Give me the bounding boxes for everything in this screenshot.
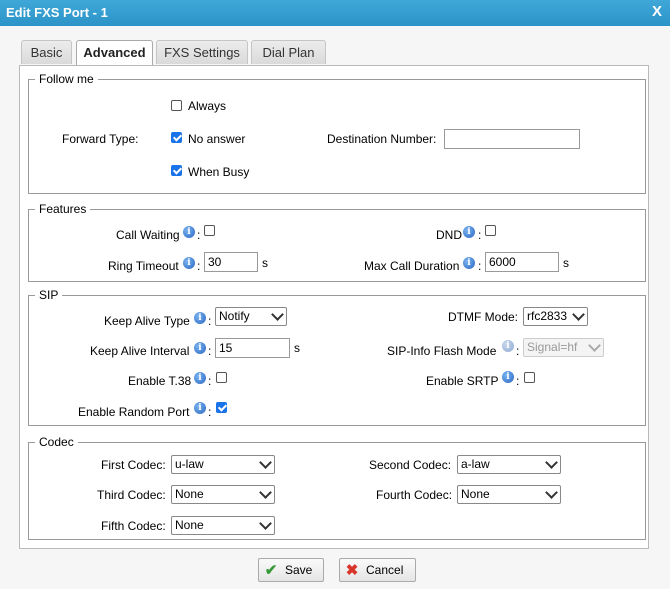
call-waiting-colon: : bbox=[197, 228, 201, 242]
tab-advanced[interactable]: Advanced bbox=[76, 40, 153, 66]
destination-number-input[interactable] bbox=[444, 129, 580, 149]
no-answer-label: No answer bbox=[188, 132, 246, 146]
when-busy-checkbox[interactable] bbox=[171, 165, 182, 176]
always-checkbox[interactable] bbox=[171, 100, 182, 111]
enable-random-port-info-icon[interactable]: i bbox=[194, 402, 206, 414]
keep-alive-interval-colon: : bbox=[208, 344, 212, 358]
cancel-button-label: Cancel bbox=[366, 563, 404, 577]
features-legend: Features bbox=[39, 202, 87, 216]
third-codec-select[interactable]: None bbox=[171, 485, 275, 504]
dtmf-mode-label: DTMF Mode: bbox=[448, 310, 519, 324]
keep-alive-type-value: Notify bbox=[219, 309, 250, 323]
tab-fxs-settings[interactable]: FXS Settings bbox=[156, 40, 248, 64]
max-call-duration-info-icon[interactable]: i bbox=[463, 257, 475, 269]
save-button[interactable]: ✔ Save bbox=[258, 558, 324, 582]
cancel-button[interactable]: ✖ Cancel bbox=[339, 558, 416, 582]
when-busy-label: When Busy bbox=[188, 165, 250, 179]
chevron-down-icon bbox=[588, 339, 601, 352]
fifth-codec-value: None bbox=[175, 518, 204, 532]
chevron-down-icon bbox=[271, 308, 284, 321]
enable-srtp-info-icon[interactable]: i bbox=[502, 371, 514, 383]
enable-random-port-checkbox[interactable] bbox=[216, 402, 227, 413]
codec-legend: Codec bbox=[39, 435, 74, 449]
second-codec-label: Second Codec: bbox=[369, 458, 452, 472]
chevron-down-icon bbox=[545, 456, 558, 469]
ring-timeout-info-icon[interactable]: i bbox=[183, 257, 195, 269]
always-label: Always bbox=[188, 99, 227, 113]
max-call-duration-colon: : bbox=[478, 259, 482, 273]
enable-random-port-colon: : bbox=[208, 405, 212, 419]
fifth-codec-select[interactable]: None bbox=[171, 516, 275, 535]
second-codec-value: a-law bbox=[461, 457, 490, 471]
first-codec-value: u-law bbox=[175, 457, 204, 471]
keep-alive-type-select[interactable]: Notify bbox=[215, 307, 287, 326]
dnd-info-icon[interactable]: i bbox=[463, 226, 475, 238]
no-answer-checkbox[interactable] bbox=[171, 132, 182, 143]
follow-me-legend: Follow me bbox=[39, 72, 94, 86]
chevron-down-icon bbox=[259, 517, 272, 530]
ring-timeout-input[interactable] bbox=[204, 252, 258, 272]
enable-t38-checkbox[interactable] bbox=[216, 372, 227, 383]
title-bar: Edit FXS Port - 1 X bbox=[0, 0, 670, 26]
call-waiting-label: Call Waiting bbox=[116, 228, 180, 242]
chevron-down-icon bbox=[545, 486, 558, 499]
third-codec-value: None bbox=[175, 487, 204, 501]
chevron-down-icon bbox=[259, 456, 272, 469]
dnd-colon: : bbox=[478, 228, 482, 242]
sip-info-flash-mode-value: Signal=hf bbox=[527, 340, 578, 354]
fourth-codec-value: None bbox=[461, 487, 490, 501]
sip-info-flash-mode-info-icon[interactable]: i bbox=[502, 340, 514, 352]
cancel-x-icon: ✖ bbox=[345, 562, 359, 579]
keep-alive-type-label: Keep Alive Type bbox=[104, 314, 190, 328]
enable-srtp-label: Enable SRTP bbox=[426, 374, 499, 388]
fourth-codec-label: Fourth Codec: bbox=[376, 488, 453, 502]
third-codec-label: Third Codec: bbox=[97, 488, 166, 502]
fourth-codec-select[interactable]: None bbox=[457, 485, 561, 504]
first-codec-select[interactable]: u-law bbox=[171, 455, 275, 474]
max-call-duration-input[interactable] bbox=[485, 252, 559, 272]
window-title: Edit FXS Port - 1 bbox=[6, 5, 108, 20]
enable-random-port-label: Enable Random Port bbox=[78, 405, 190, 419]
close-icon[interactable]: X bbox=[652, 3, 662, 20]
save-button-label: Save bbox=[285, 563, 313, 577]
enable-srtp-colon: : bbox=[516, 374, 520, 388]
tab-basic[interactable]: Basic bbox=[21, 40, 72, 64]
call-waiting-info-icon[interactable]: i bbox=[183, 226, 195, 238]
enable-t38-colon: : bbox=[208, 374, 212, 388]
dnd-checkbox[interactable] bbox=[485, 225, 496, 236]
call-waiting-checkbox[interactable] bbox=[204, 225, 215, 236]
keep-alive-interval-info-icon[interactable]: i bbox=[194, 342, 206, 354]
tab-dial-plan[interactable]: Dial Plan bbox=[251, 40, 326, 64]
dnd-label: DND bbox=[436, 228, 462, 242]
sip-legend: SIP bbox=[39, 288, 59, 302]
destination-number-label: Destination Number: bbox=[327, 132, 437, 146]
chevron-down-icon bbox=[259, 486, 272, 499]
max-call-duration-unit: s bbox=[563, 256, 569, 270]
sip-info-flash-mode-select: Signal=hf bbox=[523, 338, 604, 357]
enable-t38-info-icon[interactable]: i bbox=[194, 372, 206, 384]
dtmf-mode-select[interactable]: rfc2833 bbox=[523, 307, 588, 326]
ring-timeout-label: Ring Timeout bbox=[108, 259, 179, 273]
enable-srtp-checkbox[interactable] bbox=[524, 372, 535, 383]
sip-info-flash-mode-label: SIP-Info Flash Mode bbox=[387, 344, 497, 358]
max-call-duration-label: Max Call Duration bbox=[364, 259, 460, 273]
chevron-down-icon bbox=[572, 308, 585, 321]
enable-t38-label: Enable T.38 bbox=[128, 374, 192, 388]
keep-alive-type-colon: : bbox=[208, 314, 212, 328]
dtmf-mode-value: rfc2833 bbox=[527, 309, 568, 323]
forward-type-label: Forward Type: bbox=[62, 132, 139, 146]
second-codec-select[interactable]: a-law bbox=[457, 455, 561, 474]
ring-timeout-colon: : bbox=[197, 259, 201, 273]
keep-alive-interval-label: Keep Alive Interval bbox=[90, 344, 190, 358]
ring-timeout-unit: s bbox=[262, 256, 268, 270]
fifth-codec-label: Fifth Codec: bbox=[101, 519, 166, 533]
keep-alive-interval-unit: s bbox=[294, 341, 300, 355]
first-codec-label: First Codec: bbox=[101, 458, 166, 472]
keep-alive-type-info-icon[interactable]: i bbox=[194, 312, 206, 324]
checkmark-icon: ✔ bbox=[264, 562, 278, 579]
sip-info-flash-mode-colon: : bbox=[516, 344, 520, 358]
keep-alive-interval-input[interactable] bbox=[215, 338, 290, 358]
